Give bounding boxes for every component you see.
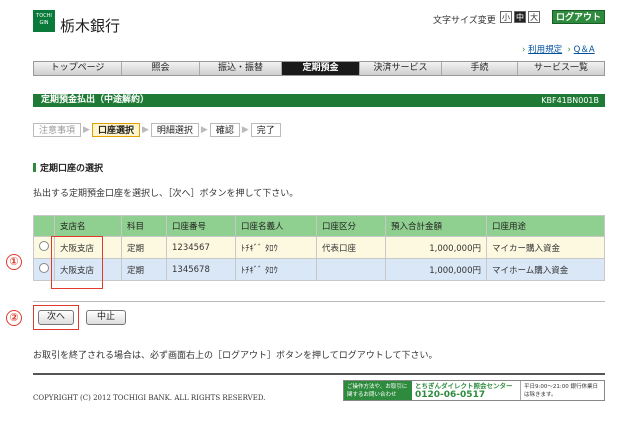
- col-account-number: 口座番号: [166, 215, 236, 237]
- amount-cell: 1,000,000円: [385, 236, 487, 259]
- next-button[interactable]: 次へ: [38, 310, 74, 325]
- callout-marker-2: ②: [6, 310, 22, 326]
- screen-code: KBF41BN001B: [541, 96, 599, 105]
- subject-cell: 定期: [121, 258, 167, 281]
- font-size-large-button[interactable]: 大: [528, 11, 540, 23]
- font-size-small-button[interactable]: 小: [500, 11, 512, 23]
- page-title: 定期預金払出（中途解約）: [41, 95, 150, 105]
- banner-phone: 0120-06-0517: [415, 390, 486, 400]
- col-subject: 科目: [121, 215, 167, 237]
- instruction-text: 払出する定期預金口座を選択し、［次へ］ボタンを押して下さい。: [33, 189, 299, 199]
- account-table: 支店名 科目 口座番号 口座名義人 口座区分 預入合計金額 口座用途 大阪支店 …: [33, 215, 605, 281]
- account-type-cell: [316, 258, 386, 281]
- banner-title: とちぎんダイレクト照会センター: [415, 382, 513, 390]
- font-size-medium-button[interactable]: 中: [514, 11, 526, 23]
- footer-divider: [33, 373, 605, 375]
- chevron-right-icon: ▶: [141, 125, 149, 135]
- terms-link[interactable]: 利用規定: [528, 45, 562, 55]
- step-account-select: 口座選択: [91, 123, 140, 137]
- banner-inquiry-text: ご操作方法や、お取引に関するお問い合わせ: [344, 381, 412, 400]
- banner-center: とちぎんダイレクト照会センター 0120-06-0517: [412, 381, 520, 400]
- cancel-button[interactable]: 中止: [86, 310, 126, 325]
- nav-inquiry[interactable]: 照会: [122, 62, 200, 75]
- logout-notice: お取引を終了される場合は、必ず画面右上の［ログアウト］ボタンを押してログアウトし…: [33, 351, 438, 361]
- nav-procedures[interactable]: 手続: [442, 62, 518, 75]
- account-type-cell: 代表口座: [316, 236, 386, 259]
- arrow-right-icon: ›: [522, 45, 526, 55]
- copyright: COPYRIGHT (C) 2012 TOCHIGI BANK. ALL RIG…: [33, 394, 266, 402]
- account-holder-cell: ﾄﾁｷﾞﾞ ﾀﾛｳ: [235, 258, 317, 281]
- step-complete: 完了: [250, 123, 281, 137]
- step-detail-select: 明細選択: [150, 123, 199, 137]
- col-select: [33, 215, 55, 237]
- account-holder-cell: ﾄﾁｷﾞﾞ ﾀﾛｳ: [235, 236, 317, 259]
- nav-top-page[interactable]: トップページ: [34, 62, 122, 75]
- main-nav: トップページ 照会 振込・振替 定期預金 決済サービス 手続 サービス一覧: [33, 61, 605, 76]
- nav-transfer[interactable]: 振込・振替: [200, 62, 282, 75]
- arrow-right-icon: ›: [567, 45, 571, 55]
- section-marker-icon: [33, 163, 36, 172]
- col-total-amount: 預入合計金額: [385, 215, 487, 237]
- section-title: 定期口座の選択: [33, 161, 103, 174]
- table-header-row: 支店名 科目 口座番号 口座名義人 口座区分 預入合計金額 口座用途: [33, 215, 605, 237]
- subject-cell: 定期: [121, 236, 167, 259]
- purpose-cell: マイホーム購入資金: [486, 258, 605, 281]
- divider: [33, 301, 605, 302]
- banner-hours: 平日9:00〜21:00 銀行休業日は除きます。: [520, 381, 604, 400]
- step-confirm: 確認: [209, 123, 240, 137]
- account-number-cell: 1234567: [166, 236, 236, 259]
- amount-cell: 1,000,000円: [385, 258, 487, 281]
- col-account-holder: 口座名義人: [235, 215, 317, 237]
- purpose-cell: マイカー購入資金: [486, 236, 605, 259]
- nav-payment-service[interactable]: 決済サービス: [360, 62, 442, 75]
- radio-button[interactable]: [39, 241, 49, 251]
- account-number-cell: 1345678: [166, 258, 236, 281]
- radio-button[interactable]: [39, 263, 49, 273]
- font-size-label: 文字サイズ変更: [433, 16, 496, 26]
- top-links: › 利用規定 › Q＆A: [522, 43, 595, 55]
- logout-button[interactable]: ログアウト: [552, 10, 605, 24]
- col-purpose: 口座用途: [486, 215, 605, 237]
- col-branch: 支店名: [54, 215, 122, 237]
- page-title-bar: 定期預金払出（中途解約） KBF41BN001B: [33, 94, 605, 107]
- faq-link[interactable]: Q＆A: [574, 45, 595, 55]
- nav-time-deposit[interactable]: 定期預金: [282, 62, 360, 75]
- chevron-right-icon: ▶: [200, 125, 208, 135]
- chevron-right-icon: ▶: [83, 125, 90, 135]
- table-row[interactable]: 大阪支店 定期 1345678 ﾄﾁｷﾞﾞ ﾀﾛｳ 1,000,000円 マイホ…: [33, 258, 605, 281]
- nav-service-list[interactable]: サービス一覧: [518, 62, 604, 75]
- bank-name: 栃木銀行: [60, 17, 121, 35]
- chevron-right-icon: ▶: [241, 125, 249, 135]
- col-account-type: 口座区分: [316, 215, 386, 237]
- callout-marker-1: ①: [6, 254, 22, 270]
- contact-banner[interactable]: ご操作方法や、お取引に関するお問い合わせ とちぎんダイレクト照会センター 012…: [343, 380, 605, 401]
- step-notes: 注意事項: [33, 123, 82, 137]
- table-row[interactable]: 大阪支店 定期 1234567 ﾄﾁｷﾞﾞ ﾀﾛｳ 代表口座 1,000,000…: [33, 236, 605, 259]
- bank-logo: TOCHI GIN: [33, 10, 55, 32]
- progress-steps: 注意事項 ▶ 口座選択 ▶ 明細選択 ▶ 確認 ▶ 完了: [33, 123, 283, 137]
- callout-highlight-1: [51, 236, 103, 289]
